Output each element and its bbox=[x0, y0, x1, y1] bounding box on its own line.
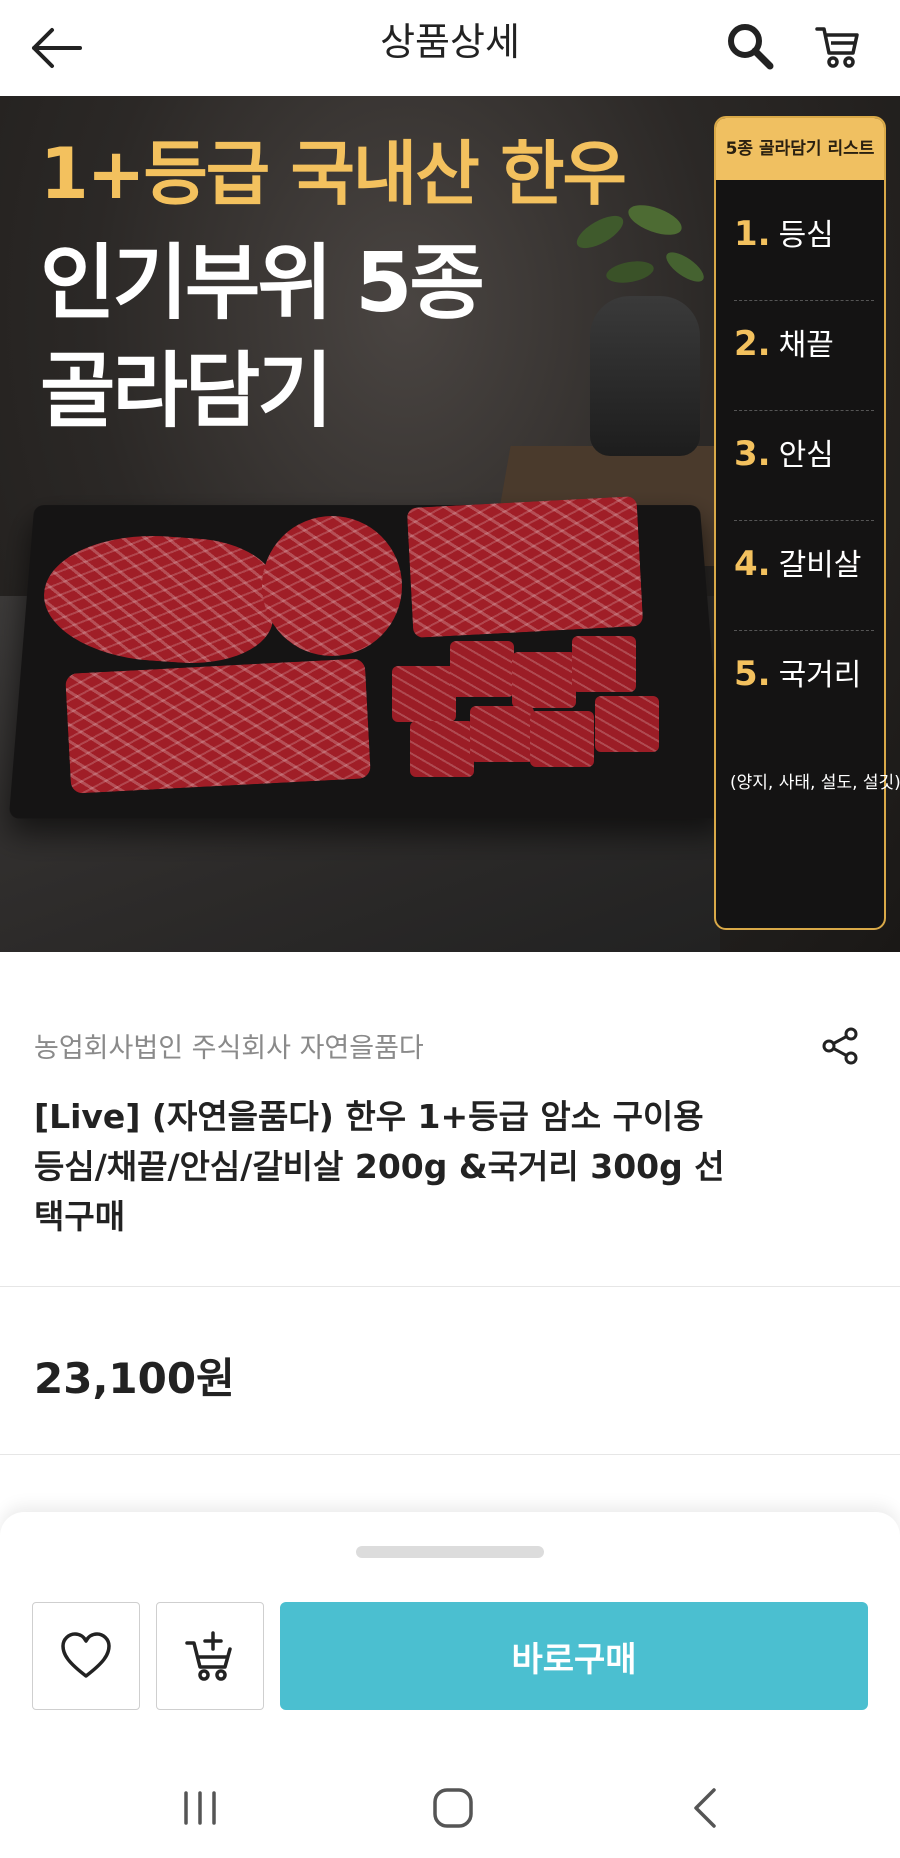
list-note: (양지, 사태, 설도, 설깃) bbox=[730, 773, 900, 793]
meat-cube bbox=[512, 652, 576, 708]
list-item-number: 5. bbox=[734, 654, 771, 694]
home-icon bbox=[433, 1788, 473, 1828]
recent-apps-button[interactable] bbox=[165, 1776, 235, 1840]
system-nav-bar bbox=[0, 1758, 900, 1858]
list-item: 1. 등심 bbox=[734, 210, 874, 301]
cart-plus-icon bbox=[185, 1631, 232, 1681]
meat-cube bbox=[595, 696, 659, 752]
headline-line-1: 인기부위 5종 bbox=[40, 236, 485, 331]
meat-cut-4 bbox=[65, 658, 371, 794]
divider bbox=[0, 1286, 900, 1287]
share-icon bbox=[822, 1027, 858, 1065]
product-image[interactable]: 1+등급 국내산 한우 인기부위 5종 골라담기 5종 골라담기 리스트 1. 등… bbox=[0, 96, 900, 952]
list-item: 3. 안심 bbox=[734, 430, 874, 521]
product-title: [Live] (자연을품다) 한우 1+등급 암소 구이용 등심/채끝/안심/갈… bbox=[34, 1097, 725, 1236]
app-header: 상품상세 bbox=[0, 0, 900, 96]
list-item: 5. 국거리 bbox=[734, 650, 874, 740]
buy-now-button[interactable]: 바로구매 bbox=[280, 1602, 868, 1710]
list-item: 4. 갈비살 bbox=[734, 540, 874, 631]
cut-list-box: 5종 골라담기 리스트 1. 등심 2. 채끝 3. 안심 4. 갈비살 5. 국거리 (… bbox=[714, 116, 900, 930]
list-item-label: 채끝 bbox=[778, 328, 834, 363]
system-back-button[interactable] bbox=[670, 1776, 740, 1840]
list-item-label: 안심 bbox=[778, 438, 834, 473]
plant-pot bbox=[590, 296, 700, 456]
home-button[interactable] bbox=[418, 1776, 488, 1840]
meat-cube bbox=[410, 721, 474, 777]
cart-button[interactable] bbox=[806, 14, 870, 78]
divider bbox=[0, 1454, 900, 1455]
seller-name[interactable]: 농업회사법인 주식회사 자연을품다 bbox=[34, 1026, 424, 1065]
recent-apps-icon bbox=[184, 1791, 216, 1825]
search-button[interactable] bbox=[718, 14, 782, 78]
meat-cut-2 bbox=[262, 516, 402, 656]
cart-icon bbox=[815, 27, 859, 68]
list-item-label: 국거리 bbox=[778, 658, 862, 693]
list-item-number: 4. bbox=[734, 544, 771, 584]
meat-cut-3 bbox=[406, 496, 644, 638]
list-item-number: 1. bbox=[734, 214, 771, 254]
chevron-left-icon bbox=[694, 1788, 716, 1828]
list-item-label: 등심 bbox=[778, 218, 834, 253]
meat-cube bbox=[450, 641, 514, 697]
cut-list-title: 5종 골라담기 리스트 bbox=[716, 118, 884, 180]
list-item-label: 갈비살 bbox=[778, 548, 862, 583]
meat-cube bbox=[470, 706, 534, 762]
product-price: 23,100원 bbox=[34, 1354, 235, 1403]
list-item-number: 2. bbox=[734, 324, 771, 364]
meat-cube bbox=[392, 666, 456, 722]
meat-cube bbox=[572, 636, 636, 692]
list-item-number: 3. bbox=[734, 434, 771, 474]
wishlist-button[interactable] bbox=[32, 1602, 140, 1710]
add-to-cart-button[interactable] bbox=[156, 1602, 264, 1710]
list-item: 2. 채끝 bbox=[734, 320, 874, 411]
heart-icon bbox=[61, 1632, 111, 1678]
grade-headline: 1+등급 국내산 한우 bbox=[40, 133, 627, 215]
search-icon bbox=[728, 24, 774, 70]
share-button[interactable] bbox=[816, 1022, 864, 1070]
sheet-handle[interactable] bbox=[356, 1546, 544, 1558]
meat-cube bbox=[530, 711, 594, 767]
headline-line-2: 골라담기 bbox=[40, 344, 333, 439]
